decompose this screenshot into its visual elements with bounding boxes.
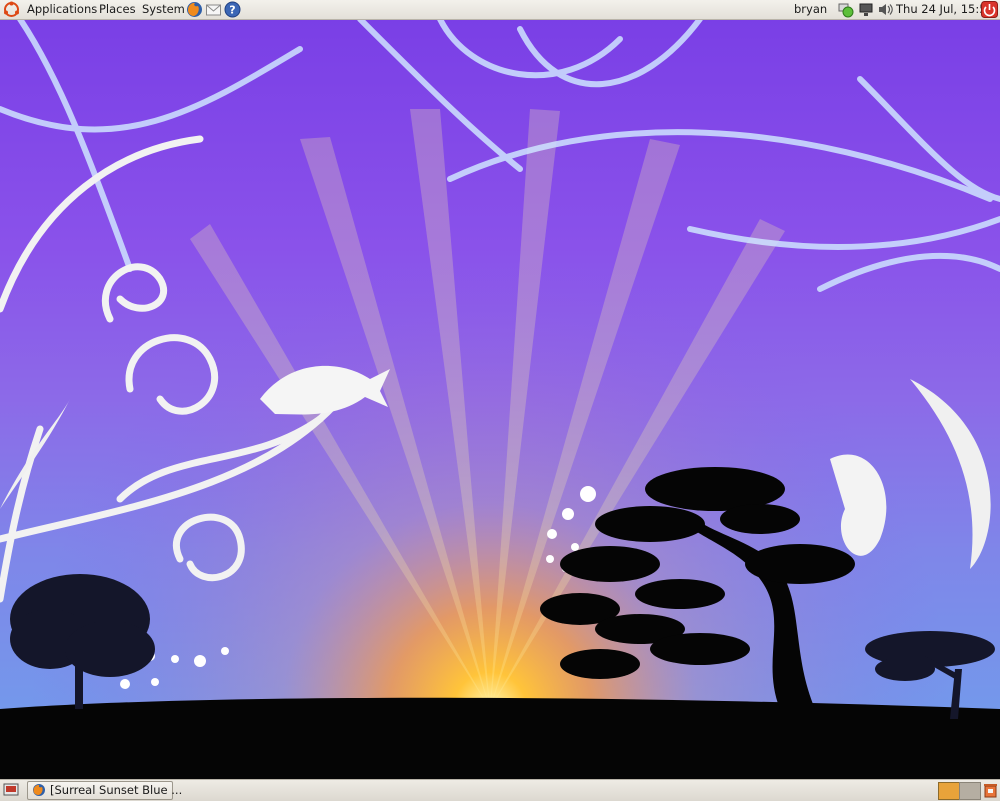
ubuntu-logo-icon[interactable]: [3, 1, 20, 18]
network-status-icon[interactable]: [837, 1, 854, 18]
menu-applications[interactable]: Applications: [27, 0, 97, 19]
mail-icon[interactable]: [205, 1, 222, 18]
trash-icon[interactable]: [983, 782, 998, 798]
user-name[interactable]: bryan: [794, 0, 827, 19]
firefox-icon[interactable]: [186, 1, 203, 18]
workspace-2[interactable]: [959, 782, 981, 800]
menu-system[interactable]: System: [142, 0, 185, 19]
help-icon[interactable]: ?: [224, 1, 241, 18]
menu-places[interactable]: Places: [99, 0, 136, 19]
bottom-panel: [Surreal Sunset Blue ...: [0, 779, 1000, 801]
shutdown-icon[interactable]: [981, 1, 998, 18]
top-panel: Applications Places System ? bryan Thu 2…: [0, 0, 1000, 20]
firefox-icon: [33, 784, 45, 796]
desktop-wallpaper: [0, 19, 1000, 779]
svg-text:?: ?: [229, 4, 235, 17]
workspace-1[interactable]: [938, 782, 960, 800]
display-icon[interactable]: [858, 1, 875, 18]
volume-icon[interactable]: [877, 1, 894, 18]
clock[interactable]: Thu 24 Jul, 15:52: [896, 0, 994, 19]
taskbar-window-label: [Surreal Sunset Blue ...: [50, 783, 183, 797]
wallpaper-art: [0, 19, 1000, 779]
taskbar-window-button[interactable]: [Surreal Sunset Blue ...: [27, 781, 182, 800]
show-desktop-icon[interactable]: [3, 782, 19, 798]
